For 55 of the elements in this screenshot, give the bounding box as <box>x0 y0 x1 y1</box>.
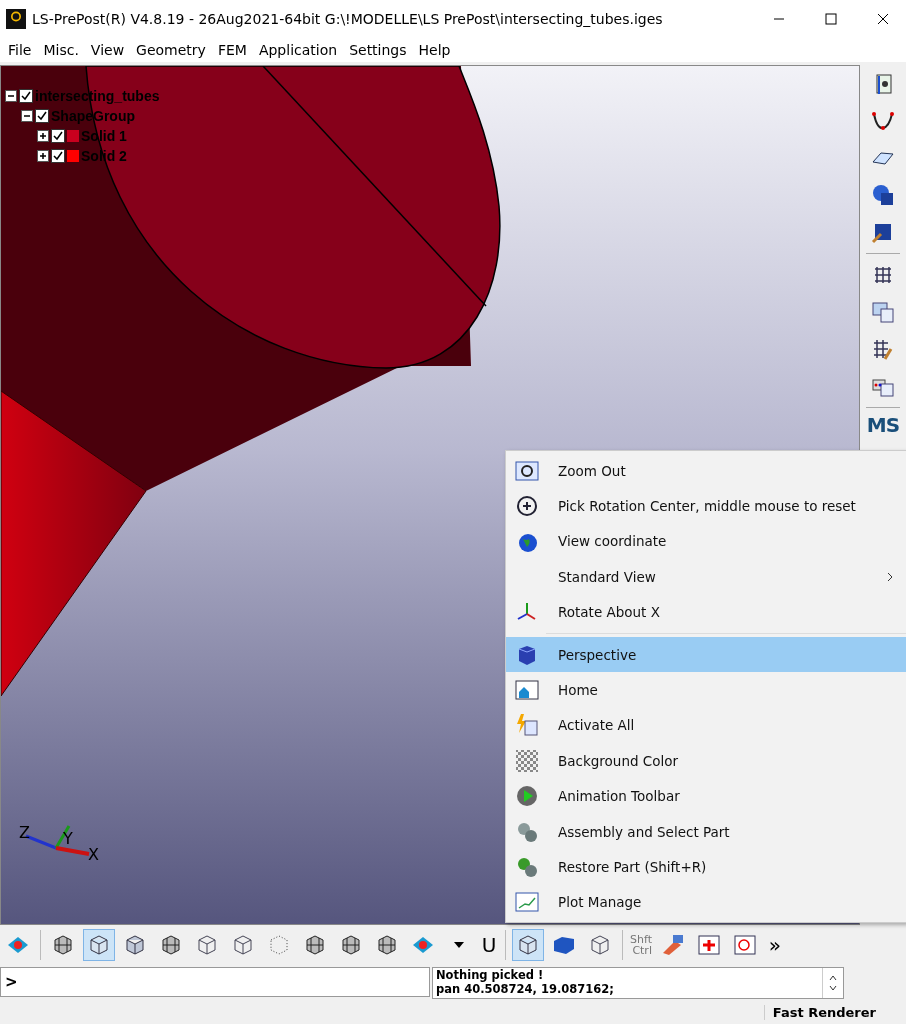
checkbox[interactable] <box>51 149 65 163</box>
output-line: pan 40.508724, 19.087162; <box>436 982 615 996</box>
minimize-icon <box>773 18 785 20</box>
window-title: LS-PrePost(R) V4.8.19 - 26Aug2021-64bit G:\!MODELLE\LS PrePost\intersecting_tubes.iges <box>32 11 664 27</box>
cube-icon <box>516 933 540 957</box>
menu-item[interactable]: Misc. <box>37 42 85 58</box>
renderer-status: Fast Renderer <box>763 1004 906 1020</box>
cube-icon <box>87 933 111 957</box>
checker-icon <box>515 748 539 773</box>
caret-icon <box>454 942 464 948</box>
checkbox[interactable] <box>51 129 65 143</box>
menu-item[interactable]: Geometry <box>130 42 212 58</box>
collapse-toggle-icon[interactable] <box>5 90 17 102</box>
wireframe-cube-icon <box>195 933 219 957</box>
play-icon <box>515 784 539 809</box>
menu-item[interactable]: Help <box>412 42 457 58</box>
curve-icon <box>871 109 895 133</box>
mesh-table-icon <box>871 300 895 324</box>
menu-item[interactable]: FEM <box>211 42 253 58</box>
ms-logo[interactable]: MS <box>866 413 900 437</box>
home-icon <box>515 678 539 703</box>
menu-item[interactable]: Settings <box>343 42 413 58</box>
rotation-center-icon <box>515 494 539 519</box>
toolbar-button[interactable]: » <box>764 929 785 961</box>
maximize-icon <box>825 13 837 25</box>
command-field[interactable]: > <box>0 967 430 997</box>
wireframe-cube-icon <box>231 933 255 957</box>
wireframe-cube-icon <box>588 933 612 957</box>
mesh-cube-icon <box>339 933 363 957</box>
app-logo-icon <box>6 9 26 29</box>
lightning-list-icon <box>515 713 539 738</box>
menu-item[interactable]: File <box>2 42 38 58</box>
menu-item[interactable]: View <box>84 42 131 58</box>
solid-shapes-icon <box>871 183 895 207</box>
mesh-cube-icon <box>51 933 75 957</box>
menu-item[interactable]: Application <box>252 42 344 58</box>
mesh-cube-icon <box>159 933 183 957</box>
close-icon <box>877 13 889 25</box>
chart-window-icon <box>515 890 539 915</box>
up-down-arrows-icon <box>828 973 838 993</box>
mesh-wrench-icon <box>871 337 895 361</box>
collapse-toggle-icon[interactable] <box>21 110 33 122</box>
checkbox[interactable] <box>35 109 49 123</box>
chevron-right-icon <box>886 570 894 583</box>
toolbar-button[interactable]: Shft Ctrl <box>629 929 653 961</box>
checkbox[interactable] <box>19 89 33 103</box>
output-line: Nothing picked ! <box>436 968 545 982</box>
menu-item[interactable]: Perspective <box>506 636 906 673</box>
cube-icon <box>123 933 147 957</box>
mesh-cube-icon <box>303 933 327 957</box>
mesh-cube-icon <box>375 933 399 957</box>
toolbar-button[interactable]: U <box>479 929 499 961</box>
dotted-cube-icon <box>267 933 291 957</box>
axis-triad-drawing: Z Y X <box>19 823 99 864</box>
add-window-icon <box>696 933 721 957</box>
